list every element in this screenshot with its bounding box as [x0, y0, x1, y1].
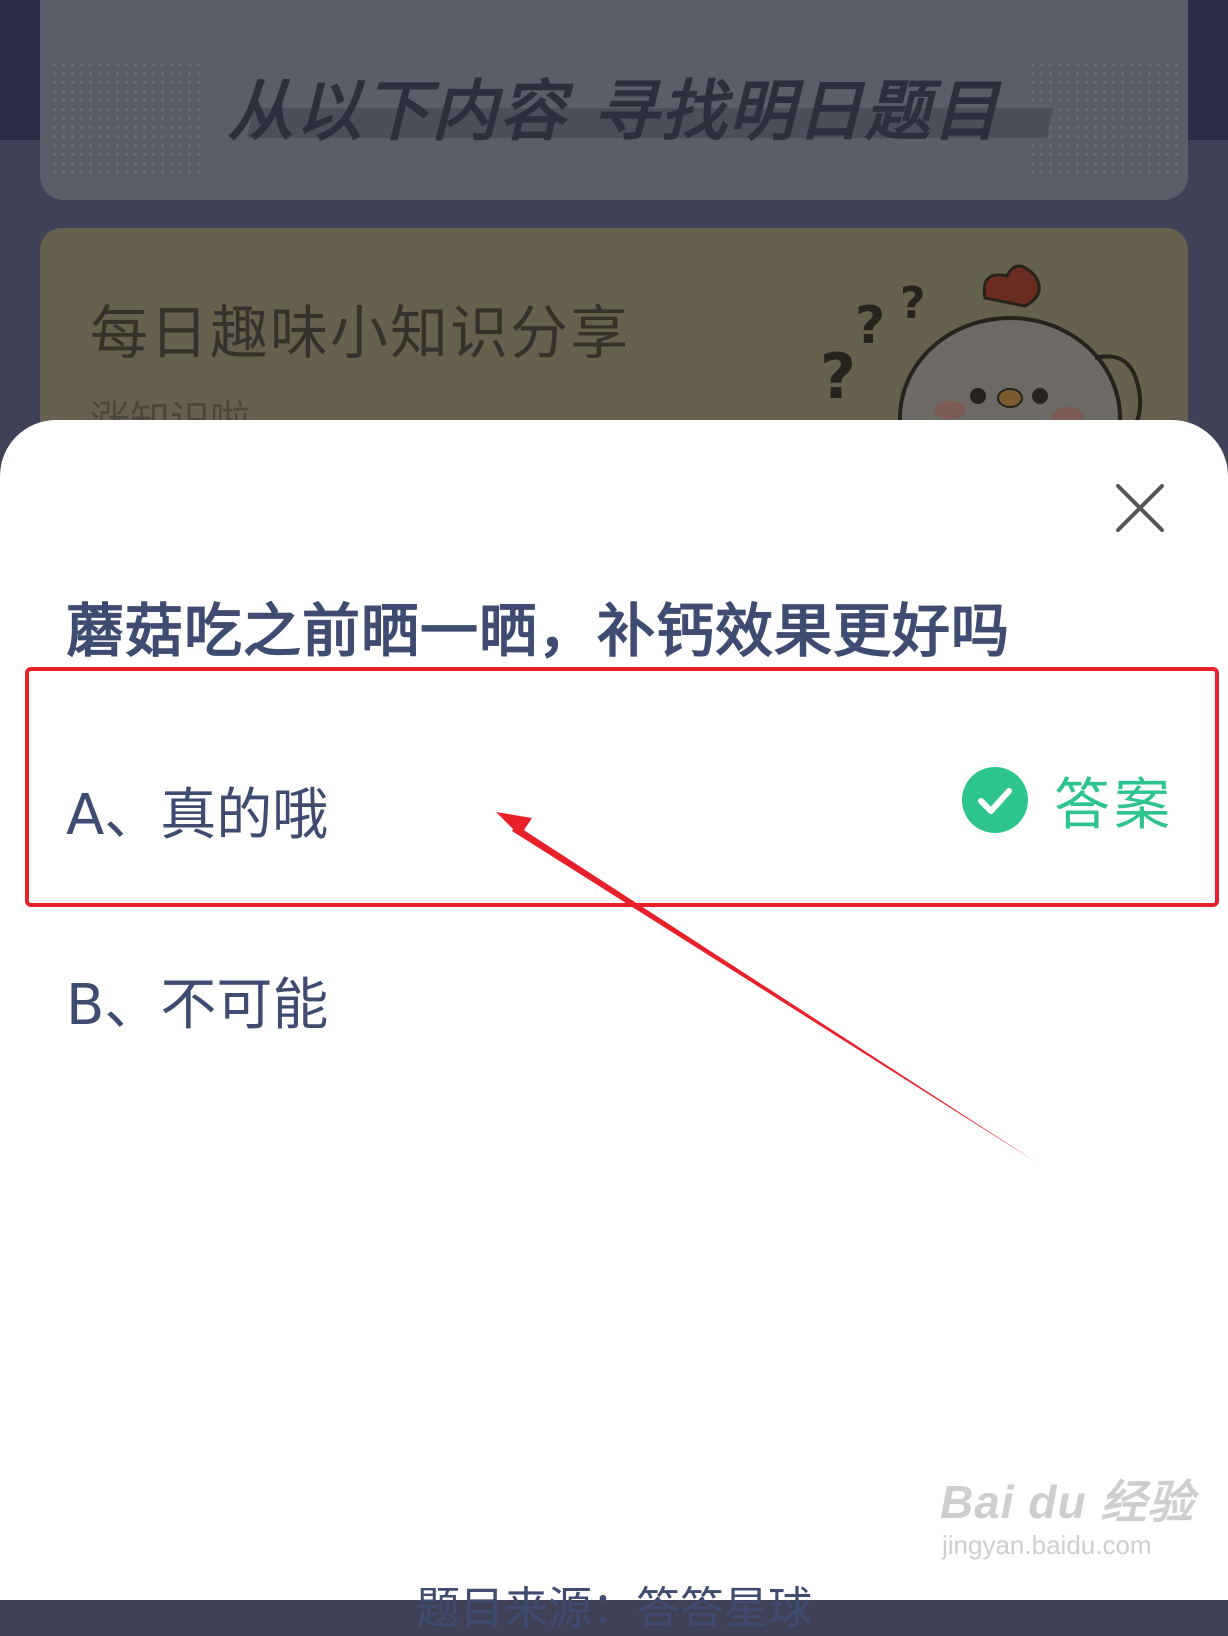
watermark-url: jingyan.baidu.com [942, 1530, 1152, 1560]
baidu-jingyan-watermark: Bai du 经验 jingyan.baidu.com [940, 1466, 1193, 1576]
watermark-logo: Bai du 经验 [940, 1476, 1195, 1528]
question-source-text: 题目来源：答答星球 [416, 1583, 812, 1634]
annotation-arrow [496, 812, 1036, 1162]
